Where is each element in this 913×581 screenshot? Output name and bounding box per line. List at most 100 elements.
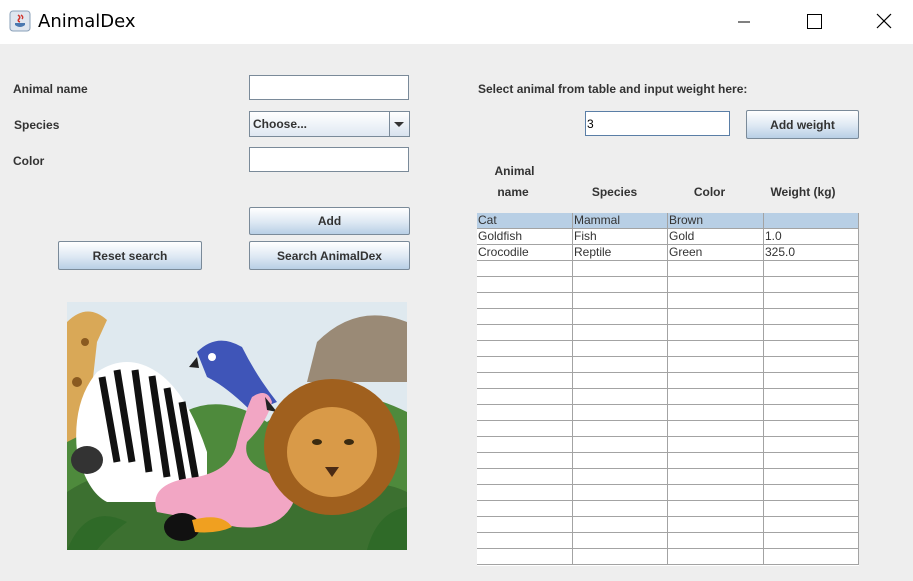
empty-table-row[interactable]: [477, 309, 859, 325]
empty-table-row[interactable]: [477, 389, 859, 405]
table-row[interactable]: Crocodile Reptile Green 325.0: [477, 245, 859, 261]
table-cell-color[interactable]: [668, 421, 764, 437]
table-cell-color[interactable]: [668, 517, 764, 533]
table-cell-species[interactable]: [573, 437, 668, 453]
table-cell-name[interactable]: [477, 261, 573, 277]
table-cell-name[interactable]: [477, 421, 573, 437]
empty-table-row[interactable]: [477, 533, 859, 549]
reset-search-button[interactable]: Reset search: [58, 241, 202, 270]
table-cell-name[interactable]: Cat: [477, 213, 573, 229]
table-cell-species[interactable]: [573, 373, 668, 389]
empty-table-row[interactable]: [477, 405, 859, 421]
empty-table-row[interactable]: [477, 453, 859, 469]
table-cell-species[interactable]: [573, 549, 668, 565]
table-cell-weight[interactable]: [764, 213, 859, 229]
table-cell-color[interactable]: [668, 357, 764, 373]
table-cell-species[interactable]: [573, 469, 668, 485]
animal-table[interactable]: Cat Mammal Brown Goldfish Fish Gold 1.0 Crocodi…: [477, 213, 859, 566]
table-cell-color[interactable]: Green: [668, 245, 764, 261]
search-animaldex-button[interactable]: Search AnimalDex: [249, 241, 410, 270]
species-select[interactable]: Choose...: [249, 111, 410, 137]
add-weight-button[interactable]: Add weight: [746, 110, 859, 139]
table-cell-name[interactable]: [477, 533, 573, 549]
maximize-button[interactable]: [790, 0, 836, 44]
minimize-button[interactable]: [721, 0, 767, 44]
table-cell-species[interactable]: [573, 261, 668, 277]
empty-table-row[interactable]: [477, 277, 859, 293]
table-cell-weight[interactable]: [764, 453, 859, 469]
table-cell-color[interactable]: Gold: [668, 229, 764, 245]
table-cell-name[interactable]: [477, 517, 573, 533]
table-cell-species[interactable]: [573, 421, 668, 437]
header-color[interactable]: Color: [672, 185, 747, 199]
header-weight[interactable]: Weight (kg): [763, 185, 843, 199]
table-cell-species[interactable]: [573, 277, 668, 293]
table-row[interactable]: Goldfish Fish Gold 1.0: [477, 229, 859, 245]
empty-table-row[interactable]: [477, 437, 859, 453]
table-cell-species[interactable]: [573, 357, 668, 373]
table-cell-color[interactable]: [668, 533, 764, 549]
table-cell-weight[interactable]: [764, 517, 859, 533]
table-cell-species[interactable]: Reptile: [573, 245, 668, 261]
table-cell-weight[interactable]: [764, 309, 859, 325]
table-cell-name[interactable]: [477, 389, 573, 405]
empty-table-row[interactable]: [477, 325, 859, 341]
table-cell-species[interactable]: [573, 309, 668, 325]
table-cell-species[interactable]: [573, 533, 668, 549]
table-row[interactable]: Cat Mammal Brown: [477, 213, 859, 229]
table-cell-weight[interactable]: [764, 549, 859, 565]
table-cell-species[interactable]: [573, 501, 668, 517]
table-cell-color[interactable]: [668, 437, 764, 453]
table-cell-color[interactable]: [668, 373, 764, 389]
table-cell-color[interactable]: [668, 501, 764, 517]
table-cell-weight[interactable]: 325.0: [764, 245, 859, 261]
table-cell-species[interactable]: [573, 389, 668, 405]
table-cell-weight[interactable]: [764, 469, 859, 485]
table-cell-name[interactable]: [477, 469, 573, 485]
animal-name-input[interactable]: [249, 75, 409, 100]
table-cell-name[interactable]: [477, 437, 573, 453]
table-cell-weight[interactable]: 1.0: [764, 229, 859, 245]
empty-table-row[interactable]: [477, 357, 859, 373]
empty-table-row[interactable]: [477, 421, 859, 437]
empty-table-row[interactable]: [477, 485, 859, 501]
table-cell-name[interactable]: [477, 549, 573, 565]
table-cell-name[interactable]: [477, 501, 573, 517]
table-cell-name[interactable]: [477, 453, 573, 469]
table-cell-color[interactable]: [668, 293, 764, 309]
table-cell-weight[interactable]: [764, 437, 859, 453]
header-animal-name-line1[interactable]: Animal: [477, 164, 552, 178]
table-cell-weight[interactable]: [764, 341, 859, 357]
empty-table-row[interactable]: [477, 373, 859, 389]
table-cell-color[interactable]: Brown: [668, 213, 764, 229]
table-cell-weight[interactable]: [764, 277, 859, 293]
table-cell-weight[interactable]: [764, 293, 859, 309]
table-cell-color[interactable]: [668, 277, 764, 293]
table-cell-weight[interactable]: [764, 389, 859, 405]
table-cell-weight[interactable]: [764, 501, 859, 517]
table-cell-species[interactable]: [573, 293, 668, 309]
table-cell-name[interactable]: [477, 341, 573, 357]
table-cell-color[interactable]: [668, 469, 764, 485]
table-cell-name[interactable]: Goldfish: [477, 229, 573, 245]
empty-table-row[interactable]: [477, 469, 859, 485]
empty-table-row[interactable]: [477, 261, 859, 277]
close-button[interactable]: [861, 0, 907, 44]
color-input[interactable]: [249, 147, 409, 172]
table-cell-species[interactable]: [573, 325, 668, 341]
table-cell-species[interactable]: [573, 453, 668, 469]
table-cell-species[interactable]: [573, 517, 668, 533]
add-button[interactable]: Add: [249, 207, 410, 235]
empty-table-row[interactable]: [477, 341, 859, 357]
table-cell-weight[interactable]: [764, 485, 859, 501]
species-dropdown-button[interactable]: [389, 112, 409, 136]
header-species[interactable]: Species: [577, 185, 652, 199]
table-cell-weight[interactable]: [764, 357, 859, 373]
table-cell-name[interactable]: [477, 325, 573, 341]
header-animal-name-line2[interactable]: name: [477, 185, 549, 199]
table-cell-species[interactable]: [573, 341, 668, 357]
table-cell-species[interactable]: [573, 405, 668, 421]
empty-table-row[interactable]: [477, 549, 859, 565]
table-cell-color[interactable]: [668, 309, 764, 325]
table-cell-name[interactable]: [477, 293, 573, 309]
